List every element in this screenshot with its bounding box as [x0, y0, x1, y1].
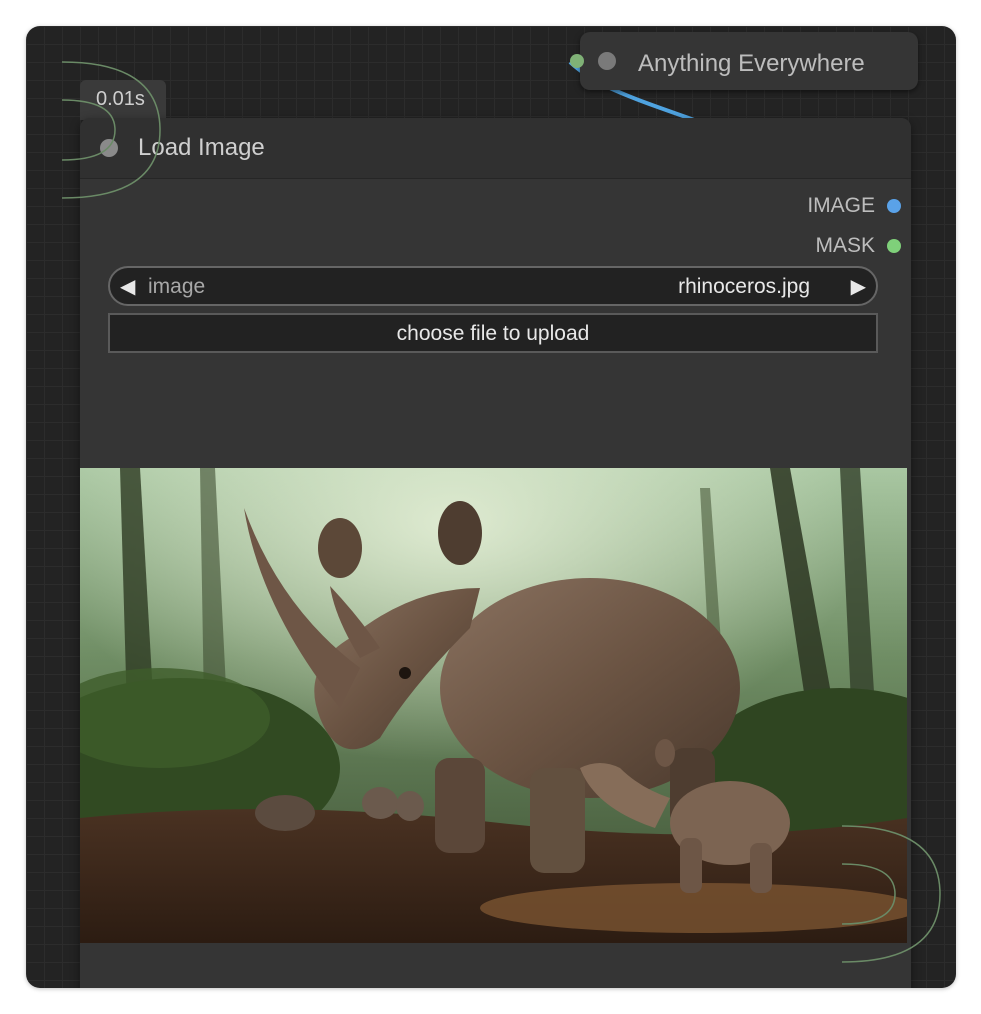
image-combo-widget[interactable]: ◀ image rhinoceros.jpg ▶ [108, 266, 878, 306]
output-slot-mask[interactable]: MASK [815, 234, 901, 258]
combo-value: rhinoceros.jpg [678, 275, 810, 298]
node-header[interactable]: Load Image [80, 118, 911, 179]
execution-time-badge: 0.01s [80, 80, 166, 120]
execution-time-label: 0.01s [96, 88, 145, 110]
image-preview [80, 468, 907, 943]
load-image-node[interactable]: Load Image IMAGE MASK ◀ image rhinoceros… [80, 118, 911, 988]
output-slot-image[interactable]: IMAGE [807, 194, 901, 218]
output-label: IMAGE [807, 194, 875, 217]
rhinoceros-image [80, 468, 907, 943]
output-label: MASK [815, 234, 875, 257]
node-title: Anything Everywhere [638, 50, 865, 77]
graph-canvas[interactable]: Anything Everywhere 0.01s Load Image IMA… [26, 26, 956, 988]
collapse-toggle-icon[interactable] [598, 52, 616, 70]
combo-label: image [148, 275, 206, 298]
input-slot-icon[interactable] [570, 54, 584, 68]
output-dot-icon[interactable] [887, 199, 901, 213]
node-title: Load Image [138, 134, 265, 161]
arrow-left-icon[interactable]: ◀ [120, 274, 135, 299]
upload-button[interactable]: choose file to upload [108, 313, 878, 353]
collapse-toggle-icon[interactable] [100, 139, 118, 157]
arrow-right-icon[interactable]: ▶ [851, 274, 866, 299]
anything-everywhere-node[interactable]: Anything Everywhere [580, 32, 918, 90]
output-dot-icon[interactable] [887, 239, 901, 253]
